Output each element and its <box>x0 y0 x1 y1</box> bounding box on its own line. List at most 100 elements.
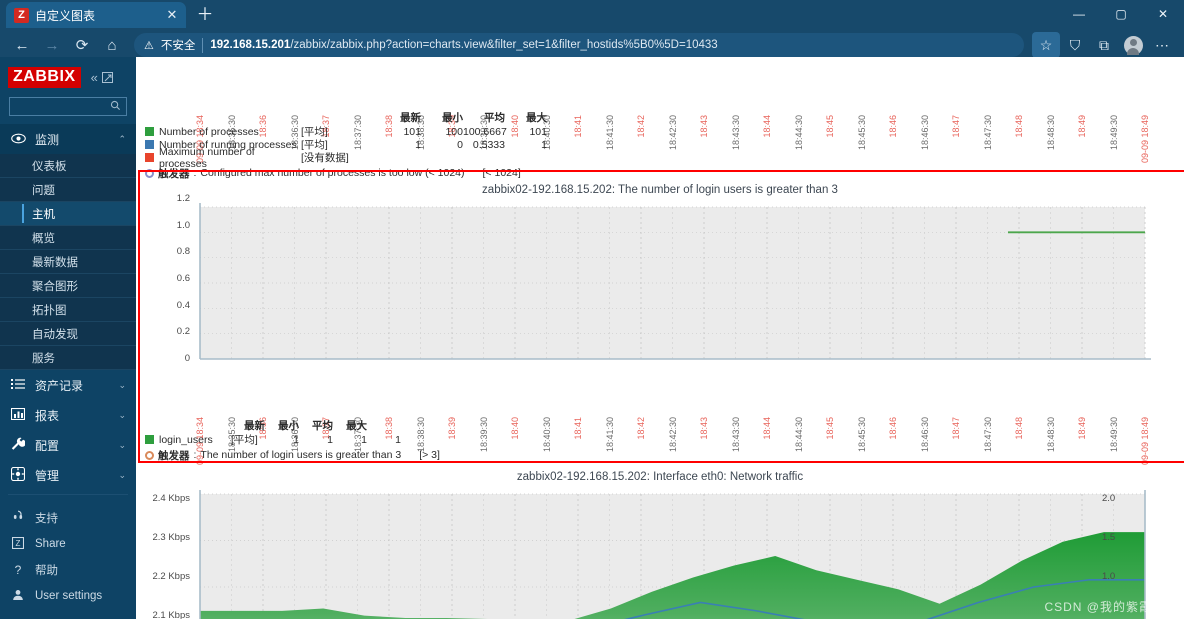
new-tab-icon[interactable]: ＋ <box>194 0 216 25</box>
legend-col-min: 最小 <box>278 420 299 432</box>
legend-swatch <box>145 435 154 444</box>
split-screen-icon[interactable]: ⧉ <box>1090 32 1118 58</box>
chart-processes-legend: 最新 最小 平均 最大 Number of processes [平均] 101… <box>145 110 547 180</box>
x-tick-label: 18:47 <box>951 115 961 138</box>
y-tick-label: 0.2 <box>176 326 190 338</box>
sidebar-search[interactable] <box>0 97 136 124</box>
sidebar-item-latest-data[interactable]: 最新数据 <box>0 250 136 274</box>
search-input[interactable] <box>9 97 127 116</box>
search-icon <box>110 100 121 114</box>
zabbix-logo[interactable]: ZABBIX <box>8 66 81 88</box>
sidebar-group-label: 资产记录 <box>35 378 84 393</box>
sidebar-item-problems[interactable]: 问题 <box>0 178 136 202</box>
legend-item-max: 1 <box>395 433 401 446</box>
x-tick-label: 18:43:30 <box>730 115 741 151</box>
y-tick-label-left: 2.4 Kbps <box>152 493 191 504</box>
close-icon[interactable]: ✕ <box>164 7 180 23</box>
legend-swatch <box>145 153 154 162</box>
minimize-icon[interactable]: — <box>1058 0 1100 28</box>
sidebar-group-administration[interactable]: 管理 ⌄ <box>0 460 136 490</box>
sidebar-item-maps[interactable]: 拓扑图 <box>0 298 136 322</box>
sidebar-item-screens[interactable]: 聚合图形 <box>0 274 136 298</box>
expand-sidebar-icon[interactable] <box>101 71 113 83</box>
url-path: /zabbix/zabbix.php?action=charts.view&fi… <box>290 39 718 51</box>
y-tick-label: 1.0 <box>176 219 190 231</box>
sidebar-item-services[interactable]: 服务 <box>0 346 136 370</box>
more-options-icon[interactable]: ⋯ <box>1148 32 1176 58</box>
url-text: 192.168.15.201/zabbix/zabbix.php?action=… <box>210 39 717 51</box>
y-tick-label: 0.6 <box>176 273 190 284</box>
x-tick-label: 18:40:30 <box>541 417 552 453</box>
sidebar-item-help[interactable]: ? 帮助 <box>0 557 136 583</box>
collections-icon[interactable]: ⛉ <box>1061 32 1089 58</box>
x-tick-label: 18:44:30 <box>793 417 804 453</box>
reload-icon[interactable]: ⟳ <box>68 32 96 58</box>
x-tick-label: 18:47:30 <box>982 115 993 151</box>
tab-strip: Z 自定义图表 ✕ ＋ — ▢ ✕ <box>0 0 1184 28</box>
x-tick-label: 18:48 <box>1014 115 1024 138</box>
x-tick-label: 18:39 <box>447 417 457 440</box>
user-icon <box>10 589 26 604</box>
legend-swatch <box>145 127 154 136</box>
sidebar-group-configuration[interactable]: 配置 ⌄ <box>0 430 136 460</box>
home-icon[interactable]: ⌂ <box>98 32 126 58</box>
legend-header: 最新 最小 平均 最大 <box>145 110 547 125</box>
sidebar-item-hosts[interactable]: 主机 <box>0 202 136 226</box>
legend-col-max: 最大 <box>526 112 547 124</box>
warning-icon: ⚠ <box>144 39 154 52</box>
x-tick-label: 18:42 <box>636 115 646 138</box>
sidebar-item-label: 支持 <box>35 513 58 525</box>
y-tick-label-right: 1.5 <box>1102 532 1116 543</box>
tab-title: 自定义图表 <box>35 8 96 23</box>
trigger-text: Configured max number of processes is to… <box>200 167 465 179</box>
chevron-down-icon: ⌄ <box>118 439 126 450</box>
trigger-text: The number of login users is greater tha… <box>200 449 402 461</box>
y-tick-label: 0 <box>184 353 190 364</box>
sidebar-item-discovery[interactable]: 自动发现 <box>0 322 136 346</box>
legend-row: login_users [平均] 1 1 1 1 <box>145 433 440 446</box>
url-host: 192.168.15.201 <box>210 39 291 51</box>
x-tick-label: 18:43:30 <box>730 417 741 453</box>
sidebar-group-label: 报表 <box>35 408 60 423</box>
x-tick-label: 18:42:30 <box>667 115 678 151</box>
sidebar-item-dashboard[interactable]: 仪表板 <box>0 154 136 178</box>
x-tick-label: 18:44:30 <box>793 115 804 151</box>
security-label[interactable]: 不安全 <box>161 37 196 53</box>
favorites-icon[interactable]: ☆ <box>1032 32 1060 58</box>
sidebar-group-label: 监测 <box>35 132 60 147</box>
x-tick-label: 18:42 <box>636 417 646 440</box>
x-tick-label: 18:41 <box>573 417 583 440</box>
legend-item-min: 1 <box>327 433 333 446</box>
address-bar[interactable]: ⚠ 不安全 192.168.15.201/zabbix/zabbix.php?a… <box>134 33 1024 57</box>
x-tick-label: 18:43 <box>699 417 709 440</box>
back-icon[interactable]: ← <box>8 32 36 58</box>
sidebar-item-support[interactable]: 支持 <box>0 505 136 531</box>
x-tick-label: 18:41:30 <box>604 115 615 151</box>
sidebar-item-share[interactable]: Z Share <box>0 531 136 557</box>
y-tick-label-right: 1.0 <box>1102 571 1116 582</box>
sidebar-item-overview[interactable]: 概览 <box>0 226 136 250</box>
sidebar-group-inventory[interactable]: 资产记录 ⌄ <box>0 370 136 400</box>
maximize-icon[interactable]: ▢ <box>1100 0 1142 28</box>
sidebar-item-label: 帮助 <box>35 565 58 577</box>
sidebar-header: ZABBIX « <box>0 57 136 97</box>
legend-col-avg: 平均 <box>312 420 333 432</box>
forward-icon[interactable]: → <box>38 32 66 58</box>
chart-network-traffic-plot <box>199 490 1146 619</box>
zabbix-share-icon: Z <box>10 536 26 552</box>
sidebar-footer: 支持 Z Share ? 帮助 User settings <box>0 505 136 609</box>
question-icon: ? <box>14 563 22 577</box>
window-close-icon[interactable]: ✕ <box>1142 0 1184 28</box>
sidebar-group-reports[interactable]: 报表 ⌄ <box>0 400 136 430</box>
profile-icon[interactable] <box>1119 32 1147 58</box>
support-icon <box>10 510 26 526</box>
browser-tab[interactable]: Z 自定义图表 ✕ <box>6 2 186 28</box>
y-tick-label: 1.2 <box>176 193 190 204</box>
sidebar-item-user-settings[interactable]: User settings <box>0 583 136 609</box>
legend-col-min: 最小 <box>442 112 463 124</box>
chart-network-traffic-title: zabbix02-192.168.15.202: Interface eth0:… <box>516 471 804 483</box>
chart-login-users-title: zabbix02-192.168.15.202: The number of l… <box>482 184 838 196</box>
collapse-sidebar-icon[interactable]: « <box>91 70 98 85</box>
sidebar-group-monitoring[interactable]: 监测 ⌃ <box>0 124 136 154</box>
sidebar: ZABBIX « 监测 ⌃ 仪表板 问题 主机 概览 最新数据 聚合图形 拓扑图… <box>0 57 136 619</box>
